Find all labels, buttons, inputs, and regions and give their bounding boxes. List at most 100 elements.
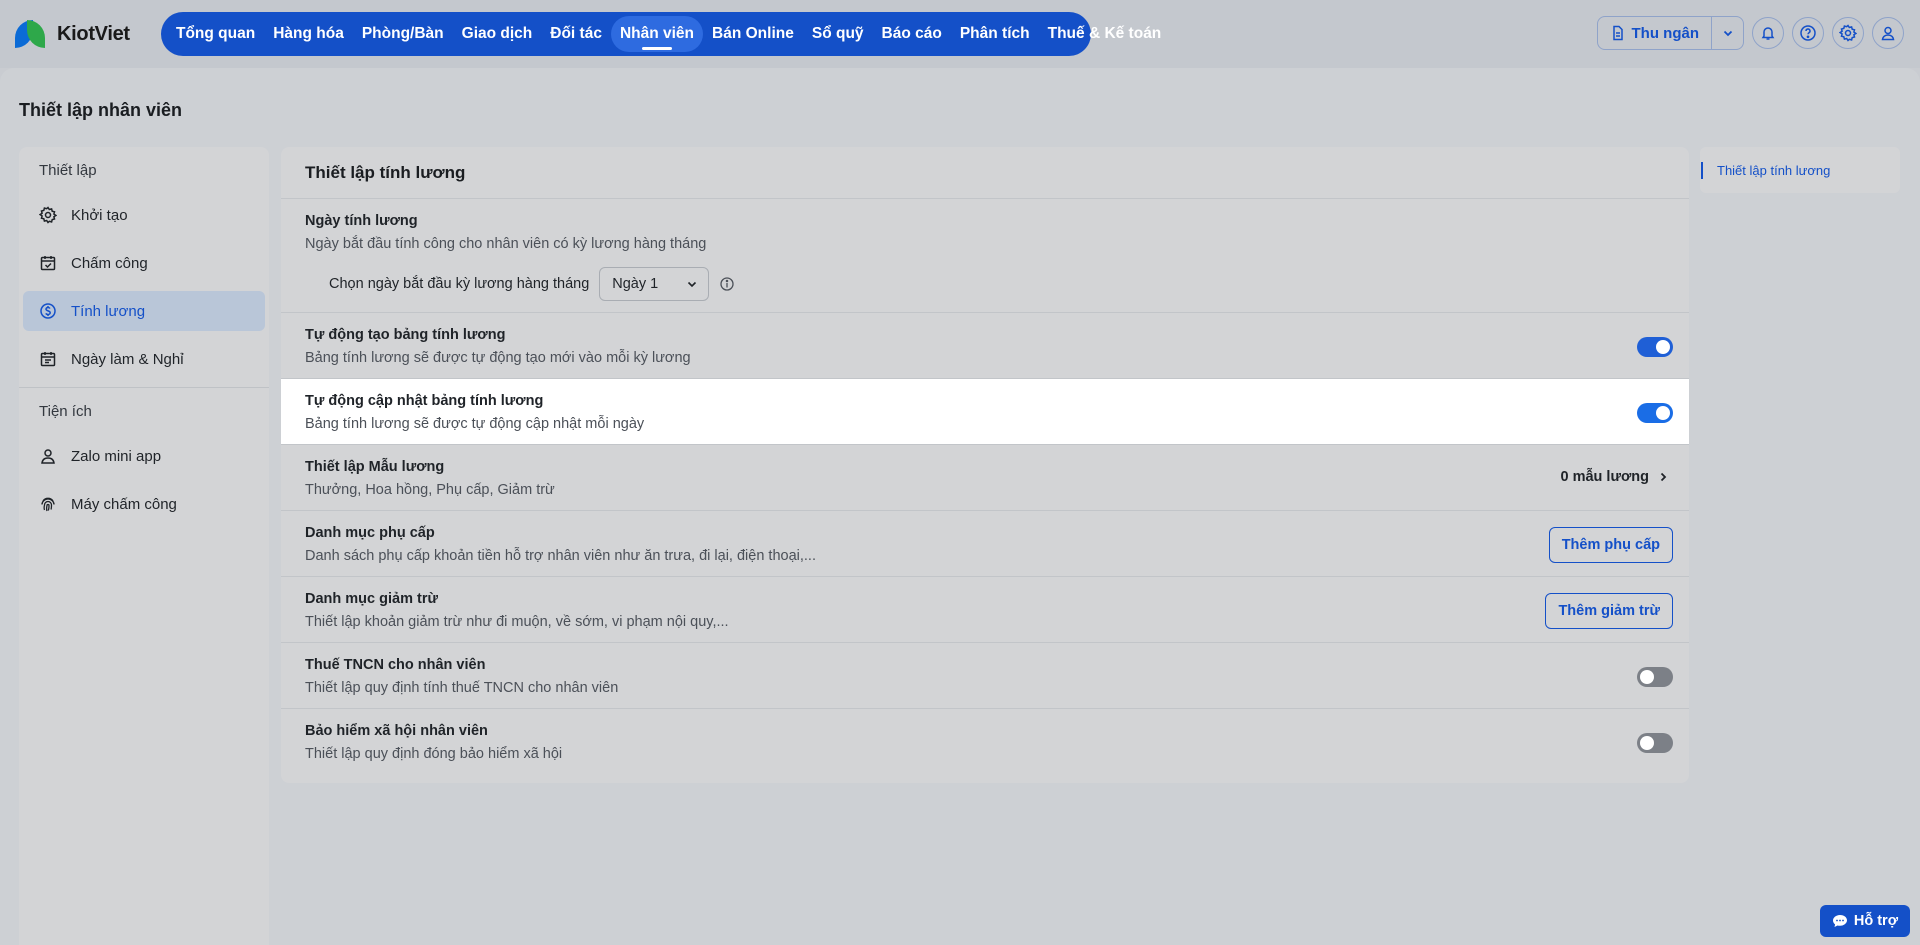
sidebar-item-tinh-luong[interactable]: Tính lương	[23, 291, 265, 331]
sidebar-item-may-cham-cong[interactable]: Máy chấm công	[23, 484, 265, 524]
row-title: Thiết lập Mẫu lương	[305, 459, 445, 475]
row-desc: Bảng tính lương sẽ được tự động cập nhật…	[305, 416, 645, 432]
setting-row-allowance: Danh mục phụ cấp Danh sách phụ cấp khoản…	[281, 511, 1689, 577]
row-title: Bảo hiểm xã hội nhân viên	[305, 723, 488, 739]
nav-bao-cao[interactable]: Báo cáo	[873, 16, 951, 52]
nav-so-quy[interactable]: Sổ quỹ	[803, 16, 873, 52]
top-right-actions: Thu ngân	[1596, 16, 1904, 50]
gear-icon	[39, 206, 57, 224]
sidebar-item-ngay-lam-nghi[interactable]: Ngày làm & Nghỉ	[23, 339, 265, 379]
setting-row-auto-create: Tự động tạo bảng tính lương Bảng tính lư…	[281, 313, 1689, 379]
nav-phan-tich[interactable]: Phân tích	[951, 16, 1039, 52]
nav-doi-tac[interactable]: Đối tác	[541, 16, 611, 52]
settings-sidebar: Thiết lập Khởi tạo Chấm công Tính lương …	[19, 147, 269, 945]
nav-tong-quan[interactable]: Tổng quan	[167, 16, 264, 52]
bell-icon	[1761, 27, 1775, 40]
salary-settings-panel: Thiết lập tính lương Ngày tính lương Ngà…	[281, 147, 1689, 783]
chat-icon	[1832, 915, 1847, 927]
payday-select-label: Chọn ngày bắt đầu kỳ lương hàng tháng	[329, 276, 590, 292]
brand-name: KiotViet	[57, 22, 130, 45]
sidebar-item-cham-cong[interactable]: Chấm công	[23, 243, 265, 283]
calendar-check-icon	[40, 256, 56, 271]
setting-row-tax: Thuế TNCN cho nhân viên Thiết lập quy đị…	[281, 643, 1689, 709]
nav-thue-ke-toan[interactable]: Thuế & Kế toán	[1039, 16, 1171, 52]
row-desc: Thiết lập quy định đóng bảo hiểm xã hội	[305, 746, 563, 762]
setting-row-payday: Ngày tính lương Ngày bắt đầu tính công c…	[281, 199, 1689, 313]
person-icon	[41, 449, 55, 464]
add-allowance-button[interactable]: Thêm phụ cấp	[1548, 527, 1673, 563]
page-outline: Thiết lập tính lương	[1700, 147, 1900, 193]
document-icon	[1612, 25, 1623, 41]
support-label: Hỗ trợ	[1853, 913, 1898, 929]
setting-row-insurance: Bảo hiểm xã hội nhân viên Thiết lập quy …	[281, 709, 1689, 775]
row-title: Danh mục phụ cấp	[305, 525, 435, 541]
tax-toggle[interactable]	[1637, 667, 1673, 687]
panel-title: Thiết lập tính lương	[281, 147, 1689, 199]
payday-select-value: Ngày 1	[612, 276, 659, 292]
nav-hang-hoa[interactable]: Hàng hóa	[264, 16, 353, 52]
settings-button[interactable]	[1832, 17, 1864, 49]
templates-link[interactable]: 0 mẫu lương	[1561, 469, 1670, 485]
content-area: Thiết lập nhân viên Thiết lập Khởi tạo C…	[0, 68, 1920, 945]
sidebar-item-label: Máy chấm công	[71, 495, 177, 513]
fingerprint-icon	[41, 497, 55, 512]
templates-count: 0 mẫu lương	[1560, 469, 1650, 485]
row-desc: Danh sách phụ cấp khoản tiền hỗ trợ nhân…	[305, 548, 816, 564]
account-button[interactable]	[1872, 17, 1904, 49]
sidebar-item-zalo-mini-app[interactable]: Zalo mini app	[23, 436, 265, 476]
row-desc: Thiết lập quy định tính thuế TNCN cho nh…	[305, 680, 619, 696]
row-desc: Bảng tính lương sẽ được tự động tạo mới …	[305, 350, 691, 366]
auto-create-toggle[interactable]	[1637, 337, 1673, 357]
kiotviet-logo[interactable]: KiotViet	[15, 20, 130, 48]
nav-giao-dich[interactable]: Giao dịch	[453, 16, 542, 52]
row-desc: Thưởng, Hoa hồng, Phụ cấp, Giảm trừ	[305, 482, 555, 498]
help-button[interactable]	[1792, 17, 1824, 49]
sidebar-item-label: Khởi tạo	[71, 206, 128, 224]
info-icon[interactable]	[719, 276, 735, 292]
cashier-label: Thu ngân	[1631, 24, 1700, 42]
chevron-down-icon	[688, 281, 697, 288]
setting-row-templates[interactable]: Thiết lập Mẫu lương Thưởng, Hoa hồng, Ph…	[281, 445, 1689, 511]
calendar-icon	[40, 352, 56, 367]
cashier-dropdown[interactable]	[1711, 17, 1743, 49]
gear-icon	[1839, 24, 1857, 42]
row-title: Danh mục giảm trừ	[305, 591, 438, 607]
row-title: Tự động tạo bảng tính lương	[305, 327, 506, 343]
payday-select[interactable]: Ngày 1	[599, 267, 710, 301]
sidebar-section-setup: Thiết lập	[39, 162, 97, 179]
row-desc: Ngày bắt đầu tính công cho nhân viên có …	[305, 236, 707, 252]
nav-ban-online[interactable]: Bán Online	[703, 16, 803, 52]
cashier-group: Thu ngân	[1596, 16, 1744, 50]
insurance-toggle[interactable]	[1637, 733, 1673, 753]
sidebar-item-label: Zalo mini app	[71, 447, 162, 465]
cashier-button[interactable]: Thu ngân	[1598, 17, 1712, 49]
setting-row-auto-update: Tự động cập nhật bảng tính lương Bảng tí…	[281, 379, 1689, 445]
auto-update-toggle[interactable]	[1637, 403, 1673, 423]
sidebar-item-label: Chấm công	[71, 254, 148, 272]
sidebar-item-label: Ngày làm & Nghỉ	[71, 350, 184, 368]
nav-phong-ban[interactable]: Phòng/Bàn	[353, 16, 453, 52]
chevron-right-icon	[1660, 472, 1667, 482]
user-icon	[1881, 26, 1895, 41]
help-icon	[1800, 25, 1816, 41]
main-nav: Tổng quan Hàng hóa Phòng/Bàn Giao dịch Đ…	[161, 12, 1161, 56]
row-title: Tự động cập nhật bảng tính lương	[305, 393, 544, 409]
payday-selector: Chọn ngày bắt đầu kỳ lương hàng tháng Ng…	[305, 267, 1665, 301]
kiotviet-logo-icon	[15, 20, 49, 48]
sidebar-item-khoi-tao[interactable]: Khởi tạo	[23, 195, 265, 235]
sidebar-item-label: Tính lương	[71, 302, 146, 320]
add-deduction-button[interactable]: Thêm giảm trừ	[1545, 593, 1673, 629]
dollar-circle-icon	[40, 303, 56, 319]
top-bar: KiotViet Tổng quan Hàng hóa Phòng/Bàn Gi…	[0, 0, 1920, 68]
support-button[interactable]: Hỗ trợ	[1819, 905, 1910, 937]
setting-row-deduction: Danh mục giảm trừ Thiết lập khoản giảm t…	[281, 577, 1689, 643]
outline-link-salary[interactable]: Thiết lập tính lương	[1701, 162, 1830, 179]
nav-nhan-vien[interactable]: Nhân viên	[610, 16, 704, 52]
row-desc: Thiết lập khoản giảm trừ như đi muộn, về…	[305, 614, 729, 630]
sidebar-section-utility: Tiện ích	[39, 403, 92, 420]
page-title: Thiết lập nhân viên	[19, 100, 183, 120]
row-title: Thuế TNCN cho nhân viên	[305, 657, 486, 673]
chevron-down-icon	[1723, 30, 1732, 37]
notification-button[interactable]	[1752, 17, 1784, 49]
row-title: Ngày tính lương	[305, 213, 418, 229]
